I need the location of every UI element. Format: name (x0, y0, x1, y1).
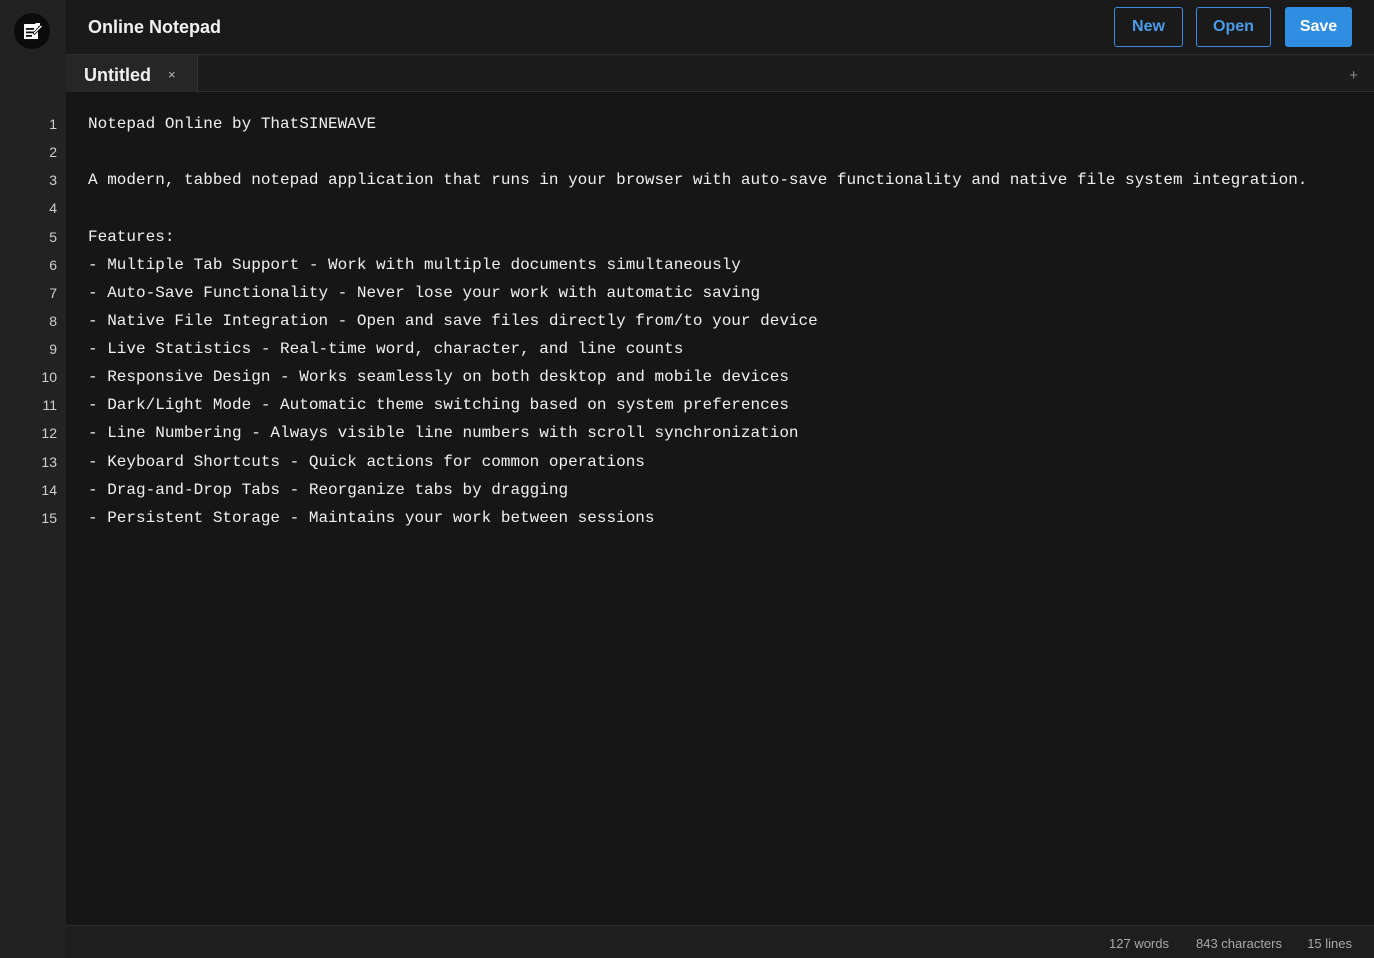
editor-line[interactable] (88, 194, 1307, 222)
open-button[interactable]: Open (1196, 7, 1271, 47)
editor-line[interactable]: - Live Statistics - Real-time word, char… (88, 335, 1307, 363)
line-number: 10 (41, 369, 57, 386)
line-numbers: 1 2 3 4 5 6 7 8 9 10 11 12 13 14 15 (0, 110, 57, 532)
notepad-icon (14, 13, 50, 49)
editor-line[interactable]: Features: (88, 223, 1307, 251)
editor-line[interactable]: - Dark/Light Mode - Automatic theme swit… (88, 391, 1307, 419)
notepad-app: 1 2 3 4 5 6 7 8 9 10 11 12 13 14 15 Online Notepad New… (0, 0, 1374, 958)
editor-text[interactable]: Notepad Online by ThatSINEWAVE A modern, … (88, 110, 1307, 532)
tab-untitled[interactable]: Untitled × (66, 55, 198, 92)
editor-line[interactable]: - Native File Integration - Open and sav… (88, 307, 1307, 335)
editor-line[interactable]: - Line Numbering - Always visible line n… (88, 419, 1307, 447)
editor-line[interactable] (88, 138, 1307, 166)
character-count: 843 characters (1196, 936, 1282, 951)
editor-line[interactable]: - Auto-Save Functionality - Never lose y… (88, 279, 1307, 307)
tab-bar: Untitled × + (66, 55, 1374, 92)
editor-area[interactable]: Notepad Online by ThatSINEWAVE A modern, … (66, 92, 1374, 925)
editor-line[interactable]: Notepad Online by ThatSINEWAVE (88, 110, 1307, 138)
line-number: 1 (49, 116, 57, 132)
line-number: 4 (49, 200, 57, 217)
line-number: 15 (41, 509, 57, 526)
editor-line[interactable]: A modern, tabbed notepad application tha… (88, 166, 1307, 194)
line-number: 5 (49, 228, 57, 245)
line-number: 3 (49, 172, 57, 189)
line-number: 9 (49, 341, 57, 357)
editor-line[interactable]: - Persistent Storage - Maintains your wo… (88, 504, 1307, 532)
status-bar: 127 words 843 characters 15 lines (66, 925, 1374, 958)
left-gutter: 1 2 3 4 5 6 7 8 9 10 11 12 13 14 15 (0, 0, 66, 958)
word-count: 127 words (1109, 936, 1169, 951)
editor-line[interactable]: - Drag-and-Drop Tabs - Reorganize tabs b… (88, 476, 1307, 504)
editor-line[interactable]: - Keyboard Shortcuts - Quick actions for… (88, 448, 1307, 476)
line-number: 7 (49, 284, 57, 301)
editor-line[interactable]: - Multiple Tab Support - Work with multi… (88, 251, 1307, 279)
app-title: Online Notepad (88, 17, 222, 37)
new-button[interactable]: New (1114, 7, 1183, 47)
editor-line[interactable]: - Responsive Design - Works seamlessly o… (88, 363, 1307, 391)
line-count: 15 lines (1307, 936, 1352, 951)
app-header: Online Notepad New Open Save (66, 0, 1374, 55)
line-number: 13 (41, 453, 57, 470)
tab-label: Untitled (84, 65, 151, 85)
line-number: 8 (49, 312, 57, 329)
line-number: 2 (49, 144, 57, 161)
line-number: 6 (49, 256, 57, 273)
line-number: 11 (42, 397, 57, 414)
save-button[interactable]: Save (1285, 7, 1352, 47)
line-number: 14 (41, 481, 57, 498)
add-tab-button[interactable]: + (1349, 67, 1358, 84)
close-icon[interactable]: × (168, 67, 176, 82)
line-number: 12 (41, 425, 57, 442)
